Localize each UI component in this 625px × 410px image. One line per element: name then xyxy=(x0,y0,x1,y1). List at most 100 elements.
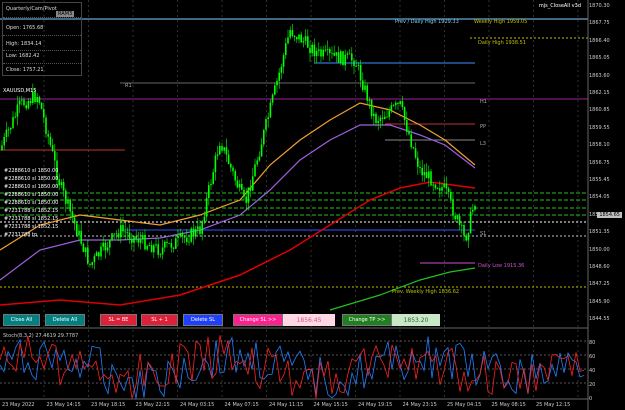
candle-body xyxy=(441,187,443,191)
sl-be-button[interactable]: SL = BE xyxy=(100,314,137,326)
candle-body xyxy=(469,211,472,234)
price-chart[interactable] xyxy=(0,0,625,410)
time-axis-label: 25 May 04:15 xyxy=(447,402,482,408)
candle-body xyxy=(428,171,430,179)
price-axis-label: 1848.60 xyxy=(589,264,610,270)
candle-body xyxy=(375,113,377,124)
candle-body xyxy=(362,80,364,90)
info-close: Close: 1757.21 xyxy=(6,67,44,73)
info-divider xyxy=(3,35,81,36)
candle-body xyxy=(397,102,399,104)
stoch-axis-label: 40 xyxy=(589,368,596,374)
price-axis-label: 1866.40 xyxy=(589,37,610,44)
candle-body xyxy=(254,164,256,177)
candle-body xyxy=(188,241,190,243)
candle-body xyxy=(443,183,445,188)
candle-body xyxy=(155,244,157,246)
candle-body xyxy=(322,49,324,57)
candle-body xyxy=(43,109,45,118)
candle-body xyxy=(467,233,470,241)
level-l3: L3 xyxy=(480,141,486,147)
candle-body xyxy=(225,147,228,155)
candle-body xyxy=(175,238,177,249)
order-tag: #2288610 sl 1850.00 xyxy=(4,168,59,174)
candle-body xyxy=(276,80,278,86)
tp-value-field[interactable]: 1853.20 xyxy=(392,314,440,326)
candle-body xyxy=(128,232,131,239)
candle-body xyxy=(419,166,421,168)
info-open: Open: 1765.68 xyxy=(6,25,44,31)
candle-body xyxy=(346,53,349,55)
delete-all-button[interactable]: Delete All xyxy=(45,314,85,326)
candle-body xyxy=(113,233,115,235)
candle-body xyxy=(384,116,386,119)
candle-body xyxy=(29,100,32,103)
candle-body xyxy=(465,235,467,241)
change-tp-button[interactable]: Change TP >> xyxy=(342,314,392,326)
close-all-button[interactable]: Close All xyxy=(3,314,40,326)
price-axis-label: 1856.75 xyxy=(589,159,610,166)
price-axis-label: 1850.00 xyxy=(589,246,610,253)
candle-body xyxy=(150,245,153,253)
time-axis-label: 24 May 23:15 xyxy=(402,402,437,408)
candle-body xyxy=(69,199,71,212)
candle-body xyxy=(16,104,19,117)
price-axis-label: 1867.75 xyxy=(589,20,610,27)
candle-body xyxy=(95,252,98,257)
order-tag: #2288610 sl 1850.00 xyxy=(4,200,59,206)
candle-body xyxy=(434,184,437,189)
candle-body xyxy=(366,85,368,101)
candle-body xyxy=(425,172,428,179)
candle-body xyxy=(260,144,263,157)
candle-body xyxy=(117,233,120,238)
change-sl-button[interactable]: Change SL >> xyxy=(233,314,283,326)
time-axis-label: 24 May 03:15 xyxy=(180,402,215,408)
time-axis-label: 24 May 07:15 xyxy=(224,402,259,408)
candle-body xyxy=(183,236,186,238)
info-divider xyxy=(3,50,81,51)
candle-body xyxy=(390,105,393,112)
candle-body xyxy=(25,105,27,109)
candle-body xyxy=(73,217,76,224)
candle-body xyxy=(289,30,291,38)
stoch-axis-label: 60 xyxy=(589,354,596,360)
candle-body xyxy=(201,221,203,235)
price-axis-label: 1865.05 xyxy=(589,55,610,62)
candle-body xyxy=(243,189,245,197)
candle-body xyxy=(271,94,274,103)
time-axis-label: 24 May 11:15 xyxy=(269,402,304,408)
candle-body xyxy=(142,235,144,240)
candle-body xyxy=(379,117,382,121)
price-axis-label: 1847.25 xyxy=(589,281,610,288)
time-axis-label: 23 May 2022 xyxy=(2,402,35,408)
candle-body xyxy=(406,120,408,132)
period-badge[interactable]: RAM3 xyxy=(56,11,75,17)
candle-body xyxy=(247,187,250,203)
candle-body xyxy=(278,72,280,81)
candle-body xyxy=(89,263,91,265)
candle-body xyxy=(205,197,208,217)
candle-body xyxy=(210,183,212,186)
price-axis-label: 1870.30 xyxy=(589,3,610,9)
symbol-label: XAUUSD,M15 xyxy=(3,88,37,94)
delete-sl-button[interactable]: Delete SL xyxy=(183,314,223,326)
candle-body xyxy=(236,180,239,188)
candle-body xyxy=(122,225,124,232)
candle-body xyxy=(311,44,313,54)
sl-plus-button[interactable]: SL + 1 xyxy=(141,314,178,326)
candle-body xyxy=(399,101,401,104)
level-daily-high: Daily High 1938.51 xyxy=(478,40,526,46)
candle-body xyxy=(238,183,241,188)
candle-body xyxy=(296,37,298,40)
candle-body xyxy=(192,228,195,237)
candle-body xyxy=(436,188,439,189)
candle-body xyxy=(287,37,289,44)
order-tag: #7231788 sl 1852.15 xyxy=(4,208,59,214)
candle-body xyxy=(291,30,294,36)
candle-body xyxy=(315,50,318,57)
candle-body xyxy=(439,188,441,191)
sl-value-field[interactable]: 1856.45 xyxy=(283,314,335,326)
candle-body xyxy=(18,100,21,105)
candle-body xyxy=(3,136,5,146)
candle-body xyxy=(111,233,113,240)
